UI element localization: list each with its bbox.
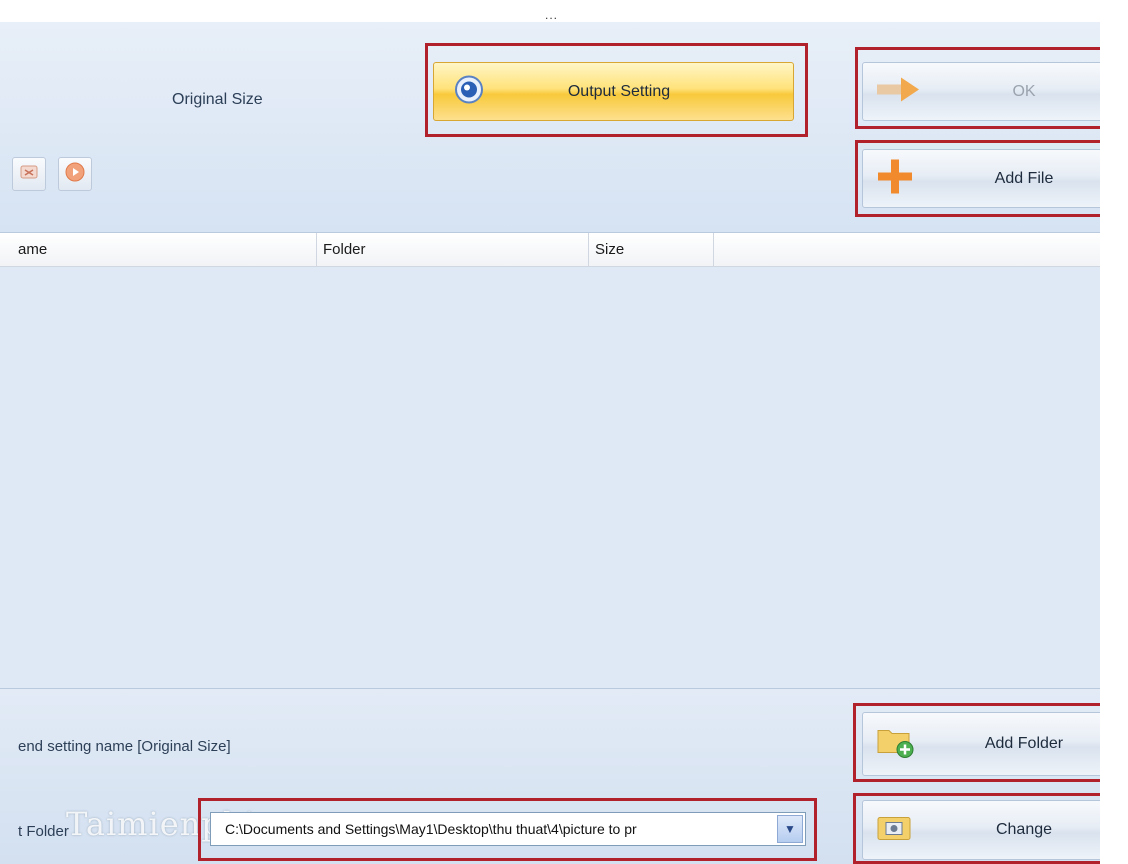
column-folder[interactable]: Folder (317, 233, 589, 266)
size-label: Original Size (172, 91, 263, 108)
app-window: ... Original Size Output Setting OK Add … (0, 0, 1128, 864)
file-list-header: ame Folder Size (0, 233, 1100, 267)
highlight-add-file (855, 140, 1128, 217)
right-edge (1100, 0, 1128, 864)
play-tool-button[interactable] (58, 157, 92, 191)
highlight-change (853, 793, 1128, 864)
title-strip: ... (0, 0, 1100, 22)
output-folder-label: t Folder (18, 823, 69, 840)
highlight-add-folder (853, 703, 1128, 782)
append-setting-label: end setting name [Original Size] (18, 738, 231, 755)
column-name[interactable]: ame (0, 233, 317, 266)
title-fragment: ... (545, 8, 559, 22)
column-size[interactable]: Size (589, 233, 714, 266)
file-list[interactable] (0, 267, 1100, 688)
play-icon (64, 161, 86, 188)
remove-icon (18, 161, 40, 188)
highlight-ok (855, 47, 1128, 129)
remove-tool-button[interactable] (12, 157, 46, 191)
highlight-output-folder (198, 798, 817, 861)
highlight-output-setting (425, 43, 808, 137)
